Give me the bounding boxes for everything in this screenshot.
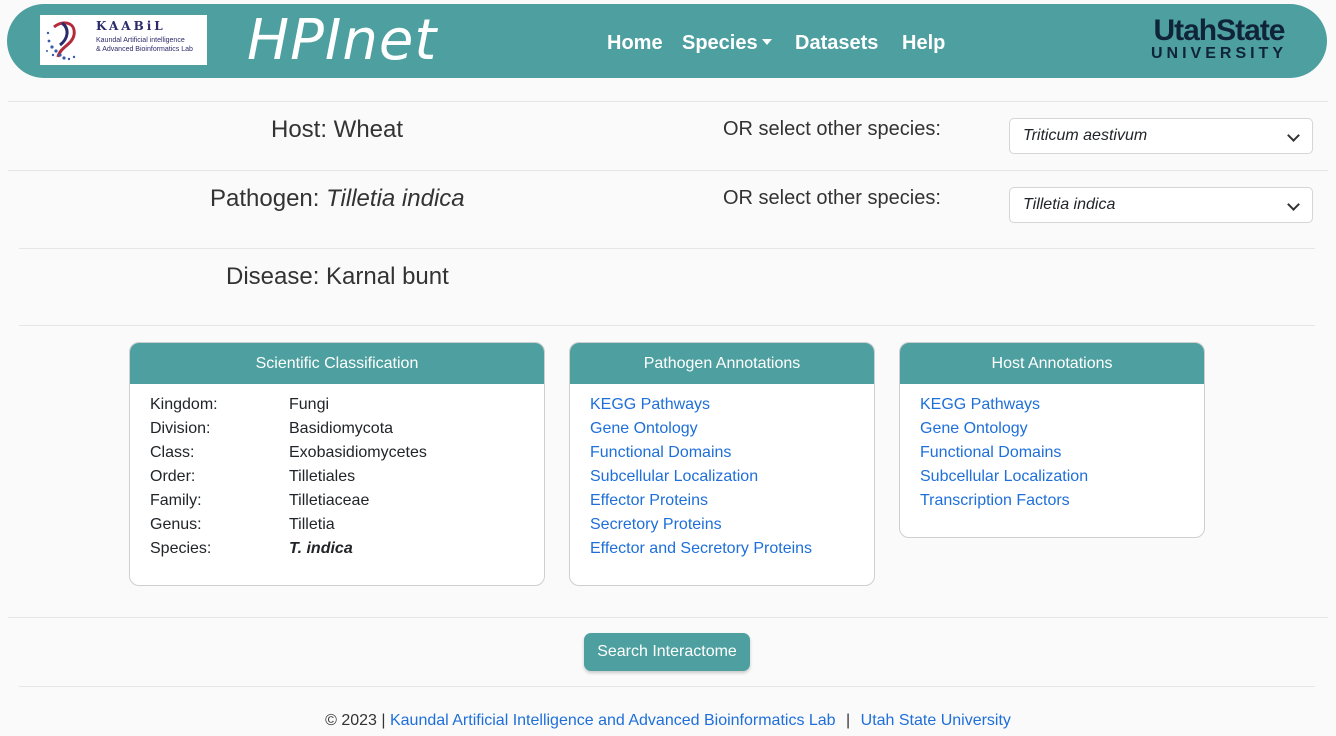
divider [19, 248, 1315, 249]
classification-row: Family: Tilletiaceae [150, 489, 524, 513]
host-transcription-factors-link[interactable]: Transcription Factors [920, 489, 1184, 513]
classification-row: Order: Tilletiales [150, 465, 524, 489]
divider [8, 617, 1328, 618]
card-title: Host Annotations [900, 343, 1204, 384]
pathogen-label-prefix: Pathogen: [210, 185, 327, 212]
pathogen-subcellular-localization-link[interactable]: Subcellular Localization [590, 465, 854, 489]
host-species-select[interactable]: Triticum aestivum [1009, 118, 1313, 154]
usu-logo[interactable]: UtahState UNIVERSITY [1151, 16, 1287, 62]
pathogen-effector-and-secretory-proteins-link[interactable]: Effector and Secretory Proteins [590, 537, 854, 561]
nav-species-label: Species [682, 32, 758, 54]
pathogen-effector-proteins-link[interactable]: Effector Proteins [590, 489, 854, 513]
host-annotation-links: KEGG Pathways Gene Ontology Functional Dom… [900, 384, 1204, 513]
nav-help[interactable]: Help [902, 31, 945, 55]
search-interactome-button[interactable]: Search Interactome [584, 633, 750, 671]
classification-key: Order: [150, 468, 196, 485]
host-select-value: Triticum aestivum [1023, 127, 1148, 144]
pathogen-or-label: OR select other species: [723, 187, 941, 209]
classification-value: Exobasidiomycetes [289, 444, 427, 461]
host-or-label: OR select other species: [723, 118, 941, 140]
classification-row: Genus: Tilletia [150, 513, 524, 537]
classification-key: Class: [150, 444, 195, 461]
divider [19, 686, 1315, 687]
card-title: Scientific Classification [130, 343, 544, 384]
card-title: Pathogen Annotations [570, 343, 874, 384]
classification-value: T. indica [289, 540, 353, 557]
pathogen-annotation-links: KEGG Pathways Gene Ontology Functional Dom… [570, 384, 874, 561]
pathogen-secretory-proteins-link[interactable]: Secretory Proteins [590, 513, 854, 537]
footer-copyright: © 2023 | [325, 712, 386, 729]
classification-key: Division: [150, 420, 211, 437]
footer: © 2023 | Kaundal Artificial Intelligence… [0, 711, 1336, 731]
host-kegg-pathways-link[interactable]: KEGG Pathways [920, 393, 1184, 417]
nav-home[interactable]: Home [607, 31, 663, 55]
classification-list: Kingdom: Fungi Division: Basidiomycota Class… [130, 384, 544, 561]
classification-value: Tilletiales [289, 468, 356, 485]
nav-datasets[interactable]: Datasets [795, 31, 878, 55]
footer-lab-link[interactable]: Kaundal Artificial Intelligence and Adva… [390, 712, 836, 729]
usu-logo-top: UtahState [1153, 14, 1285, 47]
classification-key: Genus: [150, 516, 202, 533]
kaabil-logo-icon [46, 21, 76, 61]
host-subcellular-localization-link[interactable]: Subcellular Localization [920, 465, 1184, 489]
classification-row: Kingdom: Fungi [150, 393, 524, 417]
footer-separator: | [846, 712, 851, 729]
classification-row: Species: T. indica [150, 537, 524, 561]
chevron-down-icon [1287, 129, 1300, 142]
host-annotations-card: Host Annotations KEGG Pathways Gene Ontol… [899, 342, 1205, 538]
classification-value: Tilletiaceae [289, 492, 370, 509]
host-label: Host: Wheat [271, 116, 404, 143]
classification-key: Species: [150, 540, 212, 557]
pathogen-gene-ontology-link[interactable]: Gene Ontology [590, 417, 854, 441]
usu-logo-bottom: UNIVERSITY [1150, 45, 1287, 62]
pathogen-name: Tilletia indica [326, 185, 465, 212]
disease-label: Disease: Karnal bunt [226, 263, 449, 290]
caret-down-icon [761, 39, 772, 45]
pathogen-species-select[interactable]: Tilletia indica [1009, 187, 1313, 223]
kaabil-logo[interactable]: KAABiL Kaundal Artificial intelligence &… [40, 15, 207, 65]
logo-title: KAABiL [96, 19, 166, 33]
classification-value: Tilletia [289, 516, 335, 533]
classification-key: Kingdom: [150, 396, 218, 413]
host-gene-ontology-link[interactable]: Gene Ontology [920, 417, 1184, 441]
divider [8, 101, 1328, 102]
nav-species-dropdown[interactable]: Species [682, 31, 772, 55]
pathogen-annotations-card: Pathogen Annotations KEGG Pathways Gene O… [569, 342, 875, 586]
classification-value: Fungi [289, 396, 330, 413]
classification-row: Class: Exobasidiomycetes [150, 441, 524, 465]
scientific-classification-card: Scientific Classification Kingdom: Fungi D… [129, 342, 545, 586]
pathogen-kegg-pathways-link[interactable]: KEGG Pathways [590, 393, 854, 417]
chevron-down-icon [1287, 198, 1300, 211]
divider [19, 325, 1315, 326]
classification-key: Family: [150, 492, 202, 509]
footer-university-link[interactable]: Utah State University [861, 712, 1011, 729]
host-functional-domains-link[interactable]: Functional Domains [920, 441, 1184, 465]
logo-subtitle: Kaundal Artificial intelligence & Advanc… [96, 37, 193, 53]
top-navbar: KAABiL Kaundal Artificial intelligence &… [7, 4, 1327, 78]
pathogen-label: Pathogen: Tilletia indica [210, 185, 465, 213]
classification-row: Division: Basidiomycota [150, 417, 524, 441]
site-brand[interactable]: HPInet [247, 6, 437, 76]
pathogen-select-value: Tilletia indica [1023, 196, 1116, 213]
divider [8, 170, 1328, 171]
classification-value: Basidiomycota [289, 420, 394, 437]
pathogen-functional-domains-link[interactable]: Functional Domains [590, 441, 854, 465]
